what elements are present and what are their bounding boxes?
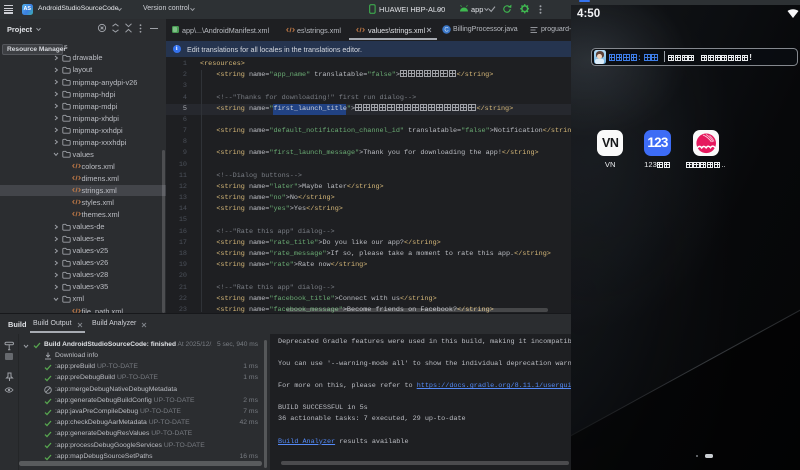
svg-text:C: C [444,28,449,34]
